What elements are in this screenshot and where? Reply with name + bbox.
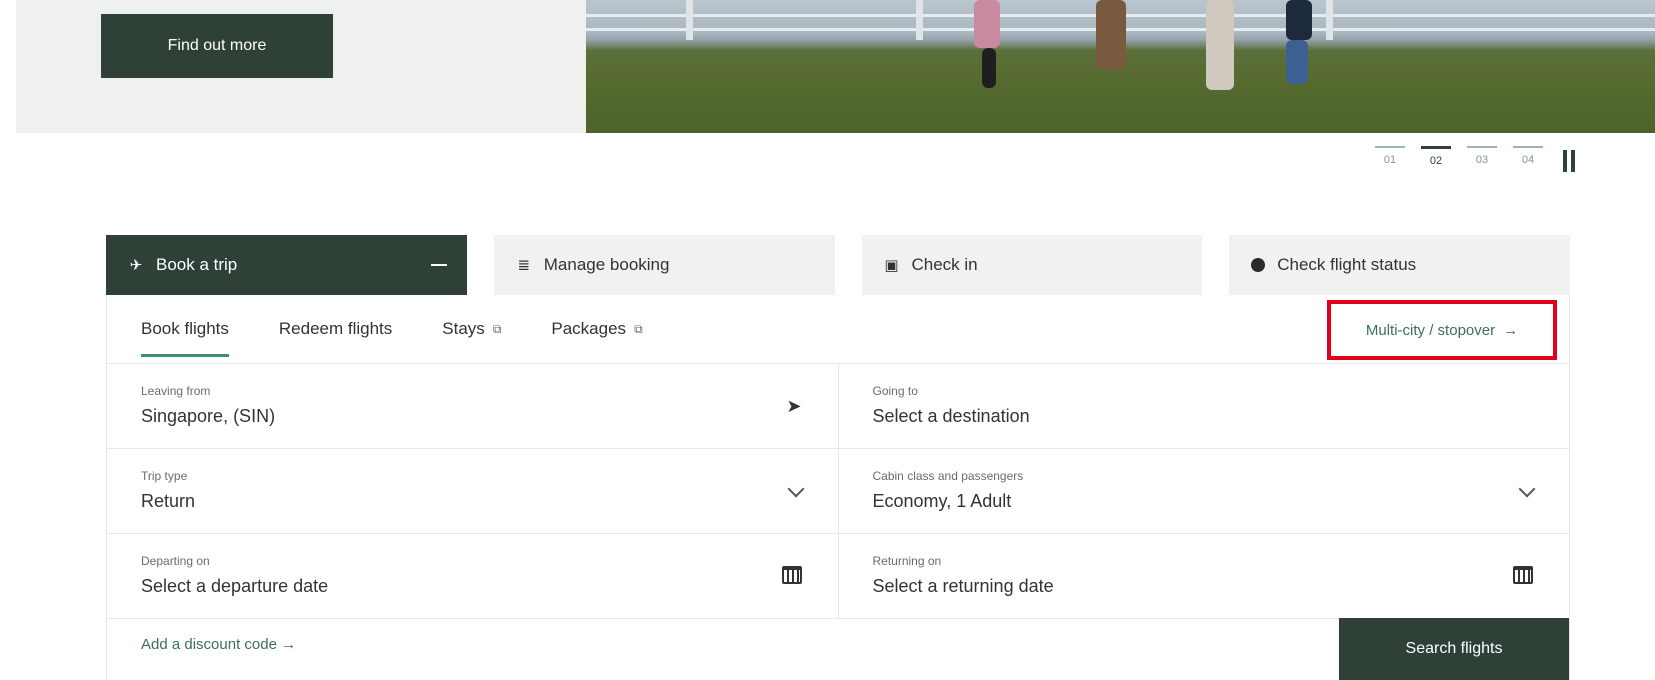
sub-tabs: Book flights Redeem flights Stays ⧉ Pack… bbox=[141, 295, 643, 363]
railing-post bbox=[686, 0, 693, 40]
pause-icon[interactable] bbox=[1563, 150, 1575, 172]
multi-city-label: Multi-city / stopover bbox=[1365, 321, 1496, 339]
field-label: Trip type bbox=[141, 469, 188, 483]
subtab-stays[interactable]: Stays ⧉ bbox=[442, 295, 501, 363]
departure-date-field[interactable]: Departing on Select a departure date bbox=[107, 534, 838, 618]
subtab-book-flights[interactable]: Book flights bbox=[141, 295, 229, 363]
slide-indicator-04[interactable]: 04 bbox=[1513, 146, 1543, 166]
chevron-down-icon bbox=[1518, 479, 1536, 500]
booking-panel: Book flights Redeem flights Stays ⧉ Pack… bbox=[106, 295, 1570, 680]
child-figure bbox=[974, 0, 1000, 48]
subtab-redeem-flights[interactable]: Redeem flights bbox=[279, 295, 392, 363]
field-value: Economy, 1 Adult bbox=[872, 491, 1012, 511]
field-value: Select a destination bbox=[872, 406, 1030, 426]
multi-city-stopover-link[interactable]: Multi-city / stopover → bbox=[1327, 300, 1557, 360]
form-row: Leaving from Singapore, (SIN) ➤ Going to… bbox=[107, 364, 1569, 449]
field-value: Select a departure date bbox=[141, 576, 329, 596]
tab-label: Manage booking bbox=[543, 255, 670, 274]
arrow-right-icon: → bbox=[1503, 321, 1519, 339]
check-in-icon: ▣ bbox=[884, 257, 899, 274]
hero-image bbox=[586, 0, 1655, 133]
form-footer: Add a discount code → Search flights bbox=[107, 618, 1569, 680]
subtab-label: Stays bbox=[442, 319, 485, 338]
leaving-from-field[interactable]: Leaving from Singapore, (SIN) ➤ bbox=[107, 364, 838, 448]
calendar-icon bbox=[1513, 566, 1533, 589]
add-discount-code-link[interactable]: Add a discount code → bbox=[141, 636, 296, 653]
adult-figure bbox=[1096, 0, 1126, 70]
field-value: Singapore, (SIN) bbox=[141, 406, 276, 426]
chevron-down-icon bbox=[787, 479, 804, 500]
tab-book-a-trip[interactable]: ✈ Book a trip bbox=[106, 235, 467, 295]
field-label: Leaving from bbox=[141, 384, 211, 398]
child-figure bbox=[1286, 0, 1312, 40]
carousel-indicators: 01 02 03 04 bbox=[1375, 146, 1575, 172]
subtab-label: Packages bbox=[551, 319, 627, 338]
subtab-label: Book flights bbox=[141, 319, 229, 338]
railing-post bbox=[916, 0, 923, 40]
field-label: Departing on bbox=[141, 554, 210, 568]
external-link-icon: ⧉ bbox=[634, 321, 643, 336]
find-out-more-button[interactable]: Find out more bbox=[101, 14, 333, 78]
tab-check-flight-status[interactable]: Check flight status bbox=[1229, 235, 1570, 295]
tab-label: Check in bbox=[911, 255, 978, 274]
plane-icon: ✈ bbox=[129, 257, 143, 274]
status-icon bbox=[1251, 258, 1266, 272]
adult-figure bbox=[1206, 0, 1234, 90]
field-label: Returning on bbox=[872, 554, 942, 568]
location-arrow-icon[interactable]: ➤ bbox=[786, 396, 801, 417]
field-value: Return bbox=[141, 491, 196, 511]
tab-label: Check flight status bbox=[1277, 255, 1417, 274]
hero-banner: Find out more bbox=[16, 0, 1655, 133]
booking-form: Leaving from Singapore, (SIN) ➤ Going to… bbox=[107, 363, 1569, 619]
child-figure bbox=[1286, 40, 1308, 84]
field-label: Cabin class and passengers bbox=[872, 469, 1024, 483]
calendar-icon bbox=[781, 566, 802, 589]
trip-type-select[interactable]: Trip type Return bbox=[107, 449, 838, 533]
form-row: Trip type Return Cabin class and passeng… bbox=[107, 449, 1569, 534]
field-value: Select a returning date bbox=[872, 576, 1054, 596]
going-to-field[interactable]: Going to Select a destination bbox=[837, 364, 1570, 448]
arrow-right-icon: → bbox=[281, 636, 297, 653]
tab-manage-booking[interactable]: ≣ Manage booking bbox=[493, 235, 835, 295]
field-label: Going to bbox=[872, 384, 918, 398]
slide-indicator-03[interactable]: 03 bbox=[1467, 146, 1497, 166]
slide-indicator-02[interactable]: 02 bbox=[1421, 146, 1451, 167]
cabin-class-passengers-select[interactable]: Cabin class and passengers Economy, 1 Ad… bbox=[837, 449, 1570, 533]
railing-post bbox=[1326, 0, 1333, 40]
child-figure bbox=[982, 48, 996, 88]
main-tabs: ✈ Book a trip ≣ Manage booking ▣ Check i… bbox=[106, 235, 1570, 295]
subtab-label: Redeem flights bbox=[278, 319, 393, 338]
search-flights-button[interactable]: Search flights bbox=[1339, 618, 1569, 680]
external-link-icon: ⧉ bbox=[492, 321, 502, 336]
tab-check-in[interactable]: ▣ Check in bbox=[861, 235, 1203, 295]
subtab-packages[interactable]: Packages ⧉ bbox=[551, 295, 642, 363]
return-date-field[interactable]: Returning on Select a returning date bbox=[837, 534, 1570, 618]
slide-indicator-01[interactable]: 01 bbox=[1375, 146, 1405, 166]
booking-icon: ≣ bbox=[517, 257, 531, 274]
discount-label: Add a discount code bbox=[141, 636, 277, 653]
tab-label: Book a trip bbox=[156, 255, 238, 274]
form-row: Departing on Select a departure date Ret… bbox=[107, 534, 1569, 619]
collapse-icon[interactable] bbox=[430, 264, 447, 266]
